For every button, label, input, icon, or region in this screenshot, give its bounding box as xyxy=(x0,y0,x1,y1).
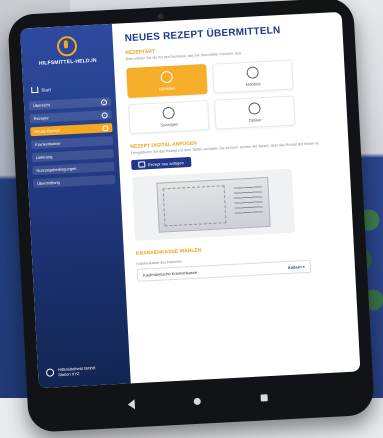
tile-sonstiges[interactable]: Sonstiges xyxy=(128,99,210,134)
rezeptart-grid: Hörhilfen Mobilität Sonstiges Optiker xyxy=(126,59,296,134)
sidebar-item-krankenkasse[interactable]: Krankenkasse xyxy=(30,135,114,150)
check-icon: ✓ xyxy=(101,111,108,119)
ear-icon xyxy=(160,70,174,83)
back-icon[interactable] xyxy=(127,399,135,410)
sidebar-item-uebersicht[interactable]: Übersicht ✓ xyxy=(28,97,112,111)
android-navbar xyxy=(97,385,298,417)
tablet-device: HILFSMITTEL-HELD.IN Start Übersicht ✓ Rez… xyxy=(7,0,375,433)
main-content: NEUES REZEPT ÜBERMITTELN REZEPTART Bitte… xyxy=(112,12,361,384)
sidebar-item-rezepte[interactable]: Rezepte ✓ xyxy=(29,110,112,124)
logo-icon xyxy=(56,35,78,57)
home-icon xyxy=(31,86,39,94)
prescription-image xyxy=(156,177,271,233)
sidebar-item-uebermittlung[interactable]: Übermittlung xyxy=(32,174,116,189)
tile-mobilitaet[interactable]: Mobilität xyxy=(212,59,294,94)
home-button-icon[interactable] xyxy=(194,397,202,405)
gear-icon xyxy=(162,106,175,119)
sidebar-item-nutzungsbedingungen[interactable]: Nutzungsbedingungen xyxy=(32,161,115,176)
company-info: Hilfsmittelheld GmbH Station XYZ xyxy=(45,365,96,378)
tile-hoerhilfen[interactable]: Hörhilfen xyxy=(126,63,208,98)
insurance-change[interactable]: Ändern ▾ xyxy=(288,264,305,270)
sidebar-item-lieferung[interactable]: Lieferung xyxy=(31,148,114,163)
company-sub: Station XYZ xyxy=(58,371,80,378)
start-label: Start xyxy=(41,86,51,93)
camera-icon xyxy=(157,13,164,20)
tablet-screen: HILFSMITTEL-HELD.IN Start Übersicht ✓ Rez… xyxy=(20,11,361,389)
sidebar-start[interactable]: Start xyxy=(31,83,115,94)
insurance-value: Kaufmännische Krankenkasse xyxy=(142,269,198,278)
check-icon: ✓ xyxy=(100,98,108,106)
tile-optiker[interactable]: Optiker xyxy=(213,95,296,130)
check-icon: ✓ xyxy=(102,124,109,132)
recent-apps-icon[interactable] xyxy=(260,393,268,402)
sidebar-item-neues-rezept[interactable]: Neues Rezept ✓ xyxy=(30,123,113,137)
camera-upload-icon xyxy=(138,161,146,168)
prescription-preview xyxy=(131,168,296,242)
app-logo: HILFSMITTEL-HELD.IN xyxy=(21,34,114,68)
user-icon xyxy=(45,368,55,377)
eye-icon xyxy=(248,101,261,115)
upload-button[interactable]: Rezept neu anfügen xyxy=(131,157,192,171)
sidebar-menu: Übersicht ✓ Rezepte ✓ Neues Rezept ✓ Kranke… xyxy=(24,97,120,189)
wheelchair-icon xyxy=(246,65,259,79)
app-name: HILFSMITTEL-HELD.IN xyxy=(38,57,97,67)
